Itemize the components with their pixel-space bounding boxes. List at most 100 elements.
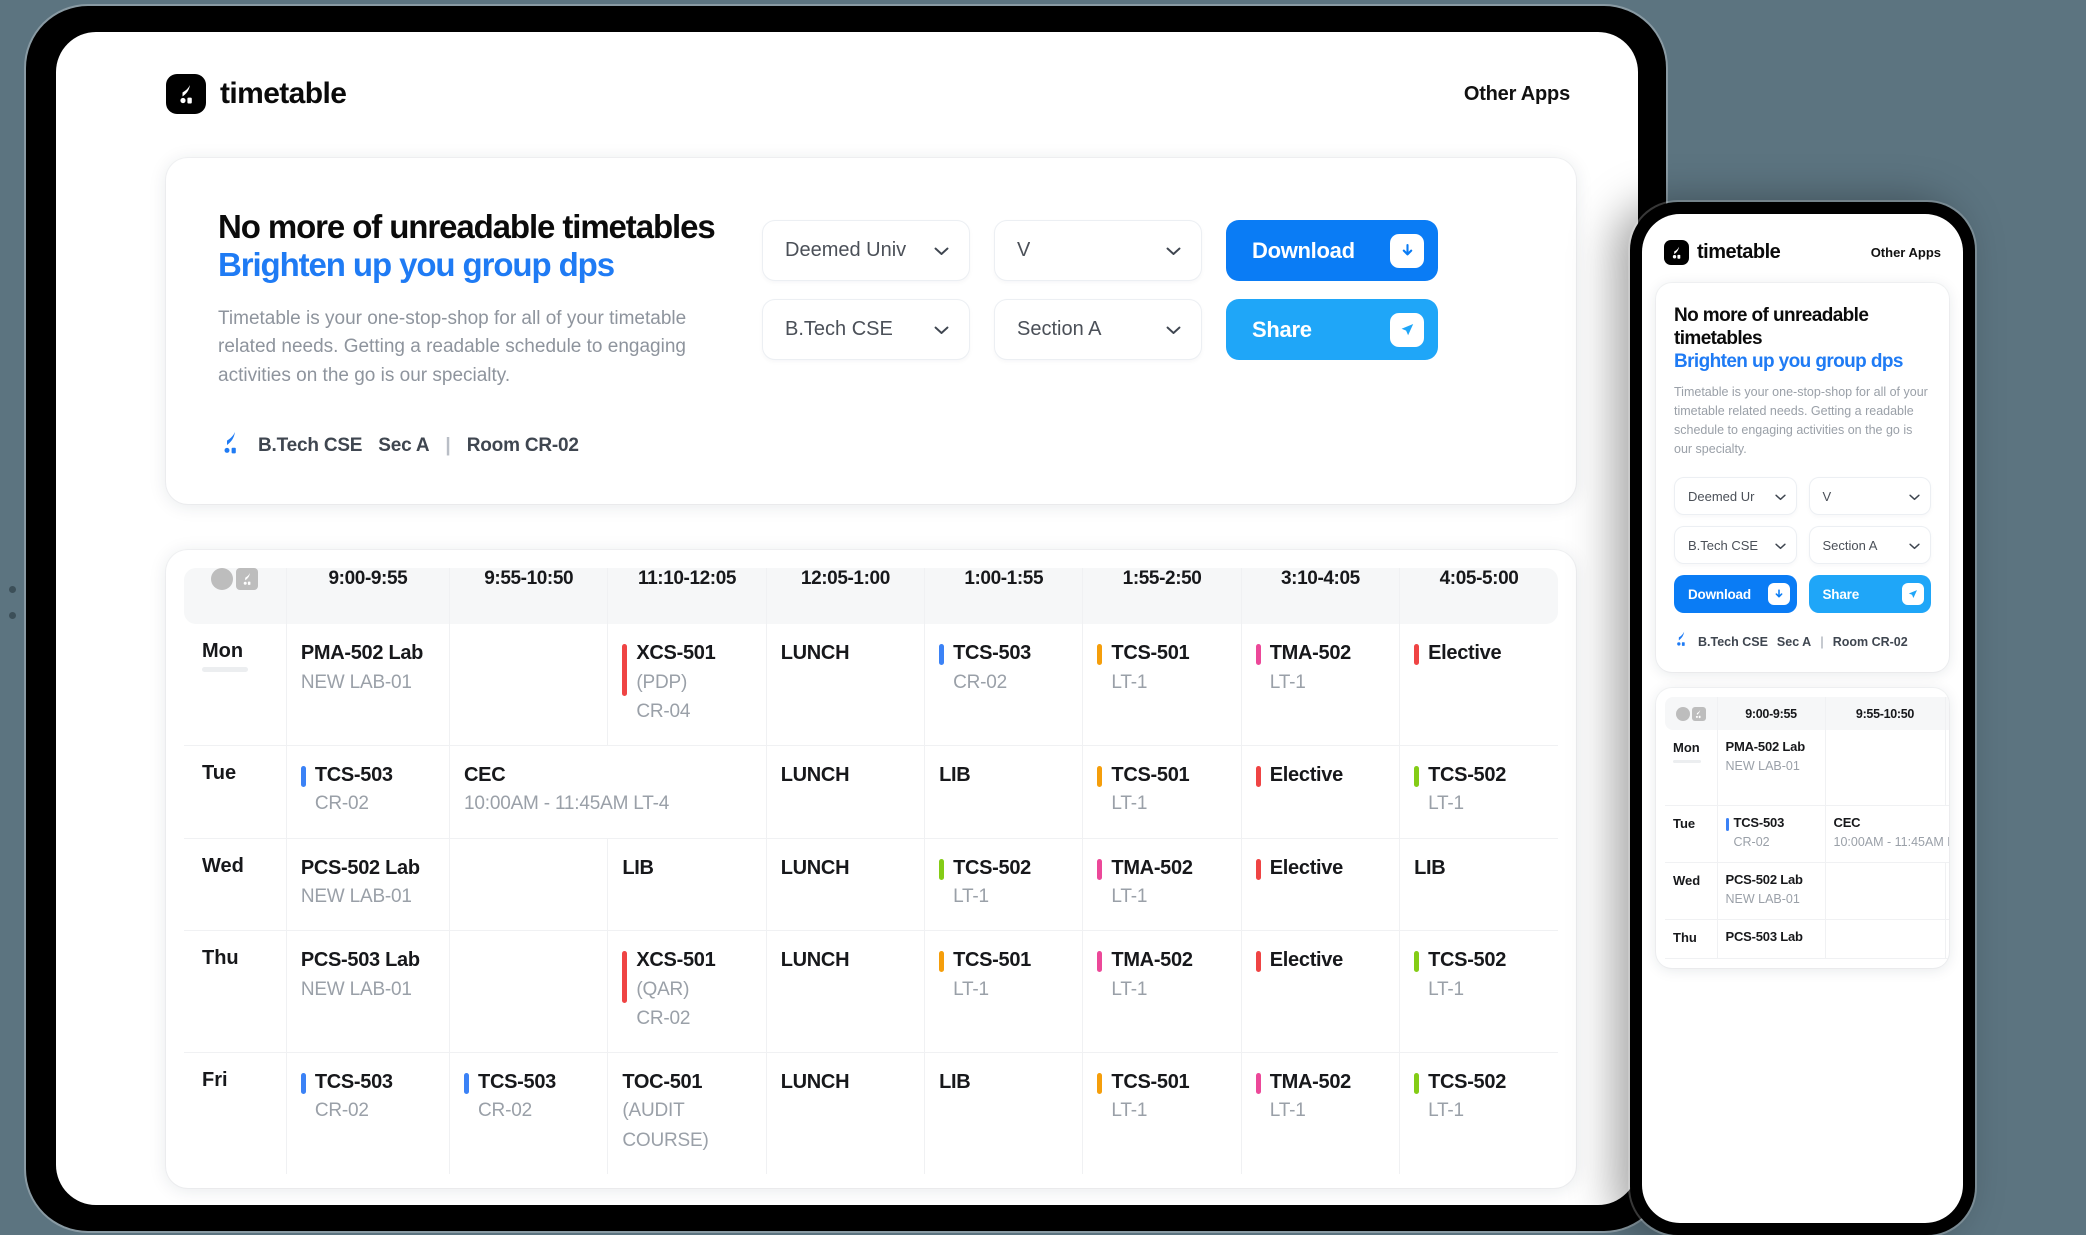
timetable-cell[interactable]: TCS-501 LT-1 (1082, 1052, 1242, 1174)
timetable-cell[interactable]: TCS-502 LT-1 (1400, 1053, 1558, 1174)
section-select-value: Section A (1017, 318, 1102, 340)
course-color-bar (464, 1073, 470, 1095)
program-select[interactable]: B.Tech CSE (762, 299, 970, 360)
phone-cell-content: CEC 10:00AM - 11:45AM LT-4 (1834, 815, 1950, 851)
phone-timetable-cell[interactable]: CEC 10:00AM - 11:45AM LT-4 (1825, 805, 1950, 863)
timetable-cell[interactable]: TCS-501 LT-1 (924, 930, 1084, 1053)
timetable-cell[interactable]: LIB (607, 838, 767, 931)
timetable-cell[interactable]: TCS-502 LT-1 (1400, 745, 1558, 838)
timetable-cell[interactable]: XCS-501 (QAR) CR-02 (607, 930, 767, 1053)
course-color-bar (939, 644, 945, 666)
phone-share-button[interactable]: Share (1808, 575, 1931, 614)
timetable-cell[interactable]: PCS-503 Lab NEW LAB-01 (286, 930, 451, 1053)
phone-timetable-cell[interactable]: PCS-503 Lab (1717, 919, 1826, 959)
timetable-cell[interactable]: LUNCH (766, 745, 926, 839)
timetable-cell[interactable]: LUNCH (766, 1052, 926, 1174)
phone-other-apps-link[interactable]: Other Apps (1871, 245, 1941, 260)
timetable-accent-icon (220, 431, 242, 460)
phone-download-button-label: Download (1688, 586, 1751, 602)
share-button-label: Share (1252, 316, 1312, 342)
course-detail: NEW LAB-01 (1725, 759, 1800, 774)
timetable-cell[interactable]: TMA-502 LT-1 (1082, 838, 1242, 931)
phone-timetable-cell[interactable]: XCS- (1945, 919, 1949, 959)
course-color-bar (939, 858, 945, 880)
timetable-cell[interactable]: LUNCH (766, 624, 926, 746)
download-button[interactable]: Download (1226, 220, 1438, 281)
course-code: CEC (1833, 815, 1861, 831)
phone-device-frame: timetable Other Apps No more of unreadab… (1630, 202, 1975, 1235)
timetable-cell[interactable]: CEC 10:00AM - 11:45AM LT-4 (449, 745, 767, 839)
cell-text: TMA-502 LT-1 (1270, 1069, 1352, 1125)
timetable-cell[interactable]: LUNCH (766, 930, 926, 1053)
phone-cell-text: CEC 10:00AM - 11:45AM LT-4 (1834, 815, 1950, 851)
timetable-cell[interactable]: PCS-502 Lab NEW LAB-01 (286, 838, 451, 931)
timetable-cell[interactable]: TCS-503 CR-02 (286, 1052, 451, 1174)
phone-section-select[interactable]: Section A (1808, 526, 1931, 565)
timetable-cell[interactable]: PMA-502 Lab NEW LAB-01 (286, 624, 451, 746)
course-code: TMA-502 (1111, 856, 1193, 879)
timetable-cell[interactable]: XCS-501 (PDP) CR-04 (607, 624, 767, 746)
phone-timetable: 9:00-9:55 9:55-10:50 11:10- Mon PMA-502 L… (1665, 697, 1950, 959)
course-code: TCS-502 (1428, 949, 1507, 972)
phone-timetable-cell[interactable]: PCS-502 Lab NEW LAB-01 (1717, 862, 1826, 920)
share-button[interactable]: Share (1226, 299, 1438, 360)
course-code: Elective (1269, 949, 1344, 972)
phone-timetable-cell[interactable]: PMA-502 Lab NEW LAB-01 (1717, 730, 1826, 806)
timetable-card: 9:00-9:55 9:55-10:50 11:10-12:05 12:05-1… (166, 550, 1576, 1188)
phone-timetable-cell[interactable]: TCS-503 CR-02 (1717, 805, 1826, 863)
phone-download-button[interactable]: Download (1674, 575, 1797, 614)
cell-text: TCS-503 CR-02 (953, 640, 1031, 696)
cell-text: PCS-502 Lab NEW LAB-01 (301, 855, 420, 911)
course-room: LT-1 (953, 978, 989, 1000)
table-row: Wed PCS-502 Lab NEW LAB-01 LIB LUNCH TCS-502 L… (184, 838, 1558, 931)
timetable-cell[interactable]: Elective (1241, 745, 1401, 839)
cell-text: XCS-501 (QAR) CR-02 (636, 947, 715, 1032)
timetable-cell[interactable]: TCS-501 LT-1 (1082, 624, 1242, 746)
timetable-cell[interactable]: TCS-503 CR-02 (286, 745, 451, 839)
section-select[interactable]: Section A (994, 299, 1202, 360)
phone-semester-select[interactable]: V (1808, 477, 1931, 516)
course-code: PCS-503 Lab (300, 949, 420, 972)
phone-university-select[interactable]: Deemed Ur (1674, 477, 1797, 516)
other-apps-link[interactable]: Other Apps (1464, 83, 1570, 106)
timetable-cell[interactable]: TMA-502 LT-1 (1241, 1052, 1401, 1174)
hero-controls: Deemed Univ V Download B.Tech CSE Sectio… (762, 208, 1438, 360)
university-select[interactable]: Deemed Univ (762, 220, 970, 281)
timetable-cell[interactable]: Elective (1241, 838, 1401, 931)
course-color-bar (622, 644, 628, 697)
timetable-cell[interactable]: LUNCH (766, 838, 926, 931)
phone-timetable-cell[interactable]: XCS-(PDP)CR-0 (1945, 730, 1949, 806)
timetable-cell[interactable]: TCS-501 LT-1 (1082, 745, 1242, 839)
timetable-cell[interactable]: TCS-502 LT-1 (924, 838, 1084, 931)
phone-table-row: Thu PCS-503 Lab XCS- (1665, 919, 1949, 959)
timetable-cell[interactable]: TOC-501 (AUDIT COURSE) (607, 1052, 767, 1174)
time-slot-header: 9:55-10:50 (449, 568, 609, 625)
phone-program-select[interactable]: B.Tech CSE (1674, 526, 1797, 565)
course-code: LUNCH (780, 1071, 850, 1094)
cell-content: CEC 10:00AM - 11:45AM LT-4 (464, 762, 754, 818)
timetable-cell[interactable]: LIB (924, 745, 1084, 839)
timetable-cell[interactable]: TCS-502 LT-1 (1400, 931, 1558, 1053)
timetable-cell[interactable]: LIB (1400, 838, 1558, 931)
timetable-cell[interactable]: TCS-503 CR-02 (449, 1052, 609, 1174)
brand[interactable]: timetable (166, 74, 347, 114)
cell-content: LIB (939, 1069, 1070, 1095)
course-code: PCS-502 Lab (300, 856, 420, 879)
phone-brand[interactable]: timetable (1664, 240, 1781, 265)
timetable-cell[interactable]: TMA-502 LT-1 (1082, 930, 1242, 1053)
timetable-cell[interactable]: Elective (1400, 624, 1558, 745)
day-cell: Wed (184, 838, 287, 931)
chevron-down-icon (1166, 318, 1181, 341)
course-color-bar (300, 765, 306, 787)
timetable-cell[interactable]: TMA-502 LT-1 (1241, 624, 1401, 746)
timetable-cell[interactable]: TCS-503 CR-02 (924, 624, 1084, 746)
semester-select[interactable]: V (994, 220, 1202, 281)
cell-text: TMA-502 LT-1 (1111, 947, 1193, 1003)
timetable-cell[interactable]: Elective (1241, 930, 1401, 1053)
timetable-cell[interactable]: LIB (924, 1052, 1084, 1174)
cell-content: LUNCH (781, 1069, 912, 1095)
phone-timetable-cell[interactable]: LIB (1945, 862, 1949, 920)
cell-content: LIB (622, 855, 753, 881)
cell-content: TCS-503 CR-02 (300, 762, 437, 818)
phone-meta-section: Sec A (1776, 634, 1812, 649)
